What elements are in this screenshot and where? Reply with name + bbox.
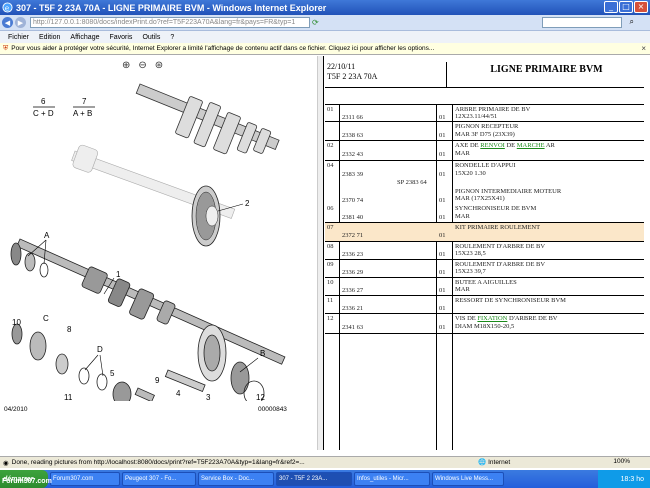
address-input[interactable]: http://127.0.0.1:8080/docs/indexPrint.do… <box>30 17 310 28</box>
table-row[interactable]: 08 2336 23 01 ROULEMENT D'ARBRE DE BV 15… <box>325 241 644 259</box>
callout-4: 4 <box>176 389 181 398</box>
window-title: 307 - T5F 2 23A 70A - LIGNE PRIMAIRE BVM… <box>16 2 327 13</box>
table-header: 22/10/11 T5F 2 23A 70A LIGNE PRIMAIRE BV… <box>325 62 644 88</box>
callout-C: C <box>43 314 49 323</box>
task-current-page[interactable]: 307 - T5F 2 23A... <box>276 472 352 486</box>
callout-6: 6 <box>41 97 46 106</box>
system-tray: 18:3 ho <box>598 470 650 488</box>
menu-view[interactable]: Affichage <box>70 34 99 41</box>
close-button[interactable]: × <box>634 1 648 13</box>
page-title: LIGNE PRIMAIRE BVM <box>490 64 603 75</box>
status-text: Done, reading pictures from http://local… <box>11 459 305 466</box>
doc-date: 22/10/11 <box>327 62 356 71</box>
callout-5: 5 <box>110 369 115 378</box>
callout-2: 2 <box>245 199 250 208</box>
forward-button[interactable]: ▶ <box>15 17 26 28</box>
table-row[interactable]: 09 2336 29 01 ROULEMENT D'ARBRE DE BV 15… <box>325 259 644 277</box>
link-renvoi[interactable]: RENVOI <box>480 142 505 149</box>
table-row[interactable]: 11 2336 21 01 RESSORT DE SYNCHRONISEUR B… <box>325 295 644 313</box>
task-forum307[interactable]: Forum307.com <box>50 472 120 486</box>
refresh-icon[interactable]: ⟳ <box>312 18 319 27</box>
callout-A: A <box>44 231 50 240</box>
menu-bar: Fichier Edition Affichage Favoris Outils… <box>0 31 650 43</box>
internet-explorer-icon: e <box>2 2 13 13</box>
back-button[interactable]: ◀ <box>2 17 13 28</box>
diagram-code: 00000843 <box>258 406 287 413</box>
menu-file[interactable]: Fichier <box>8 34 29 41</box>
menu-favorites[interactable]: Favoris <box>109 34 132 41</box>
parts-table: 22/10/11 T5F 2 23A 70A LIGNE PRIMAIRE BV… <box>325 56 644 450</box>
information-bar[interactable]: ⛨ Pour vous aider à protéger votre sécur… <box>0 43 650 55</box>
table-row[interactable]: 04 2383 39 SP 2383 64 01 RONDELLE D'APPU… <box>325 160 644 187</box>
table-row[interactable]: 02 2332 43 01 AXE DE RENVOI DE MARCHE AR… <box>325 140 644 160</box>
table-row[interactable]: 10 2336 27 01 BUTEE A AIGUILLES MAR <box>325 277 644 295</box>
callout-a-b: A + B <box>73 109 92 118</box>
svg-text:e: e <box>5 3 10 12</box>
task-live-messenger[interactable]: Windows Live Mess... <box>432 472 504 486</box>
callout-7: 7 <box>82 97 87 106</box>
table-row[interactable]: 12 2341 63 01 VIS DE FIXATION D'ARBRE DE… <box>325 313 644 334</box>
internet-zone-icon: 🌐 <box>478 459 487 466</box>
minimize-button[interactable]: _ <box>604 1 618 13</box>
task-service-box[interactable]: Service Box - Doc... <box>198 472 274 486</box>
menu-help[interactable]: ? <box>170 34 174 41</box>
taskbar: démarrer Forum307.com Peugeot 307 - Fo..… <box>0 470 650 488</box>
page-content: ⊕ ⊖ ⊛ 6 C + D 7 A + B A 2 1 C 8 D 5 9 4 … <box>0 56 650 450</box>
menu-tools[interactable]: Outils <box>142 34 160 41</box>
globe-icon: ◉ <box>3 459 9 467</box>
window-titlebar: e 307 - T5F 2 23A 70A - LIGNE PRIMAIRE B… <box>0 0 650 15</box>
security-zone[interactable]: 🌐 Internet <box>478 458 510 467</box>
callout-D: D <box>97 345 103 354</box>
search-icon[interactable]: ⌕ <box>630 17 634 27</box>
diagram-scrollbar[interactable] <box>317 56 323 450</box>
close-infobar-icon[interactable]: × <box>641 44 646 53</box>
parts-rows: 01 2311 66 01 ARBRE PRIMAIRE DE BV 12X23… <box>325 104 644 334</box>
search-input[interactable] <box>542 17 622 28</box>
callout-1: 1 <box>116 270 121 279</box>
task-peugeot-forum[interactable]: Peugeot 307 - Fo... <box>122 472 196 486</box>
callout-11: 11 <box>64 393 73 401</box>
address-bar: ◀ ▶ http://127.0.0.1:8080/docs/indexPrin… <box>0 15 650 31</box>
information-bar-text: Pour vous aider à protéger votre sécurit… <box>11 45 435 52</box>
callout-9: 9 <box>155 376 160 385</box>
table-row-selected[interactable]: 07 2372 71 01 KIT PRIMAIRE ROULEMENT <box>325 222 644 241</box>
forum-brand-watermark: Forum307.com <box>2 478 52 485</box>
callout-10: 10 <box>12 318 21 327</box>
table-row[interactable]: 2338 63 01 PIGNON RECEPTEUR MAR 3F D75 (… <box>325 121 644 140</box>
callout-12: 12 <box>256 393 265 401</box>
table-row[interactable]: 06 2381 40 01 SYNCHRONISEUR DE BVM MAR <box>325 204 644 222</box>
diagram-date: 04/2010 <box>4 406 28 413</box>
doc-reference: T5F 2 23A 70A <box>327 72 378 81</box>
callout-B: B <box>260 349 265 358</box>
maximize-button[interactable]: □ <box>619 1 633 13</box>
link-marche[interactable]: MARCHE <box>517 142 545 149</box>
table-row[interactable]: 01 2311 66 01 ARBRE PRIMAIRE DE BV 12X23… <box>325 104 644 121</box>
zoom-level[interactable]: 100% <box>613 458 630 465</box>
callout-c-d: C + D <box>33 109 54 118</box>
task-infos-utiles[interactable]: Infos_utiles - Micr... <box>354 472 430 486</box>
clock[interactable]: 18:3 ho <box>621 476 644 483</box>
link-fixation[interactable]: FIXATION <box>477 315 507 322</box>
menu-edit[interactable]: Edition <box>39 34 60 41</box>
status-bar: ◉ Done, reading pictures from http://loc… <box>0 456 650 468</box>
table-row[interactable]: 2370 74 01 PIGNON INTERMEDIAIRE MOTEUR M… <box>325 187 644 204</box>
callout-3: 3 <box>206 393 211 401</box>
callout-8: 8 <box>67 325 72 334</box>
gearbox-drawing: 6 C + D 7 A + B A 2 1 C 8 D 5 9 4 B 10 1… <box>10 83 286 401</box>
exploded-diagram: ⊕ ⊖ ⊛ 6 C + D 7 A + B A 2 1 C 8 D 5 9 4 … <box>0 56 324 450</box>
shield-icon: ⛨ <box>3 44 9 52</box>
